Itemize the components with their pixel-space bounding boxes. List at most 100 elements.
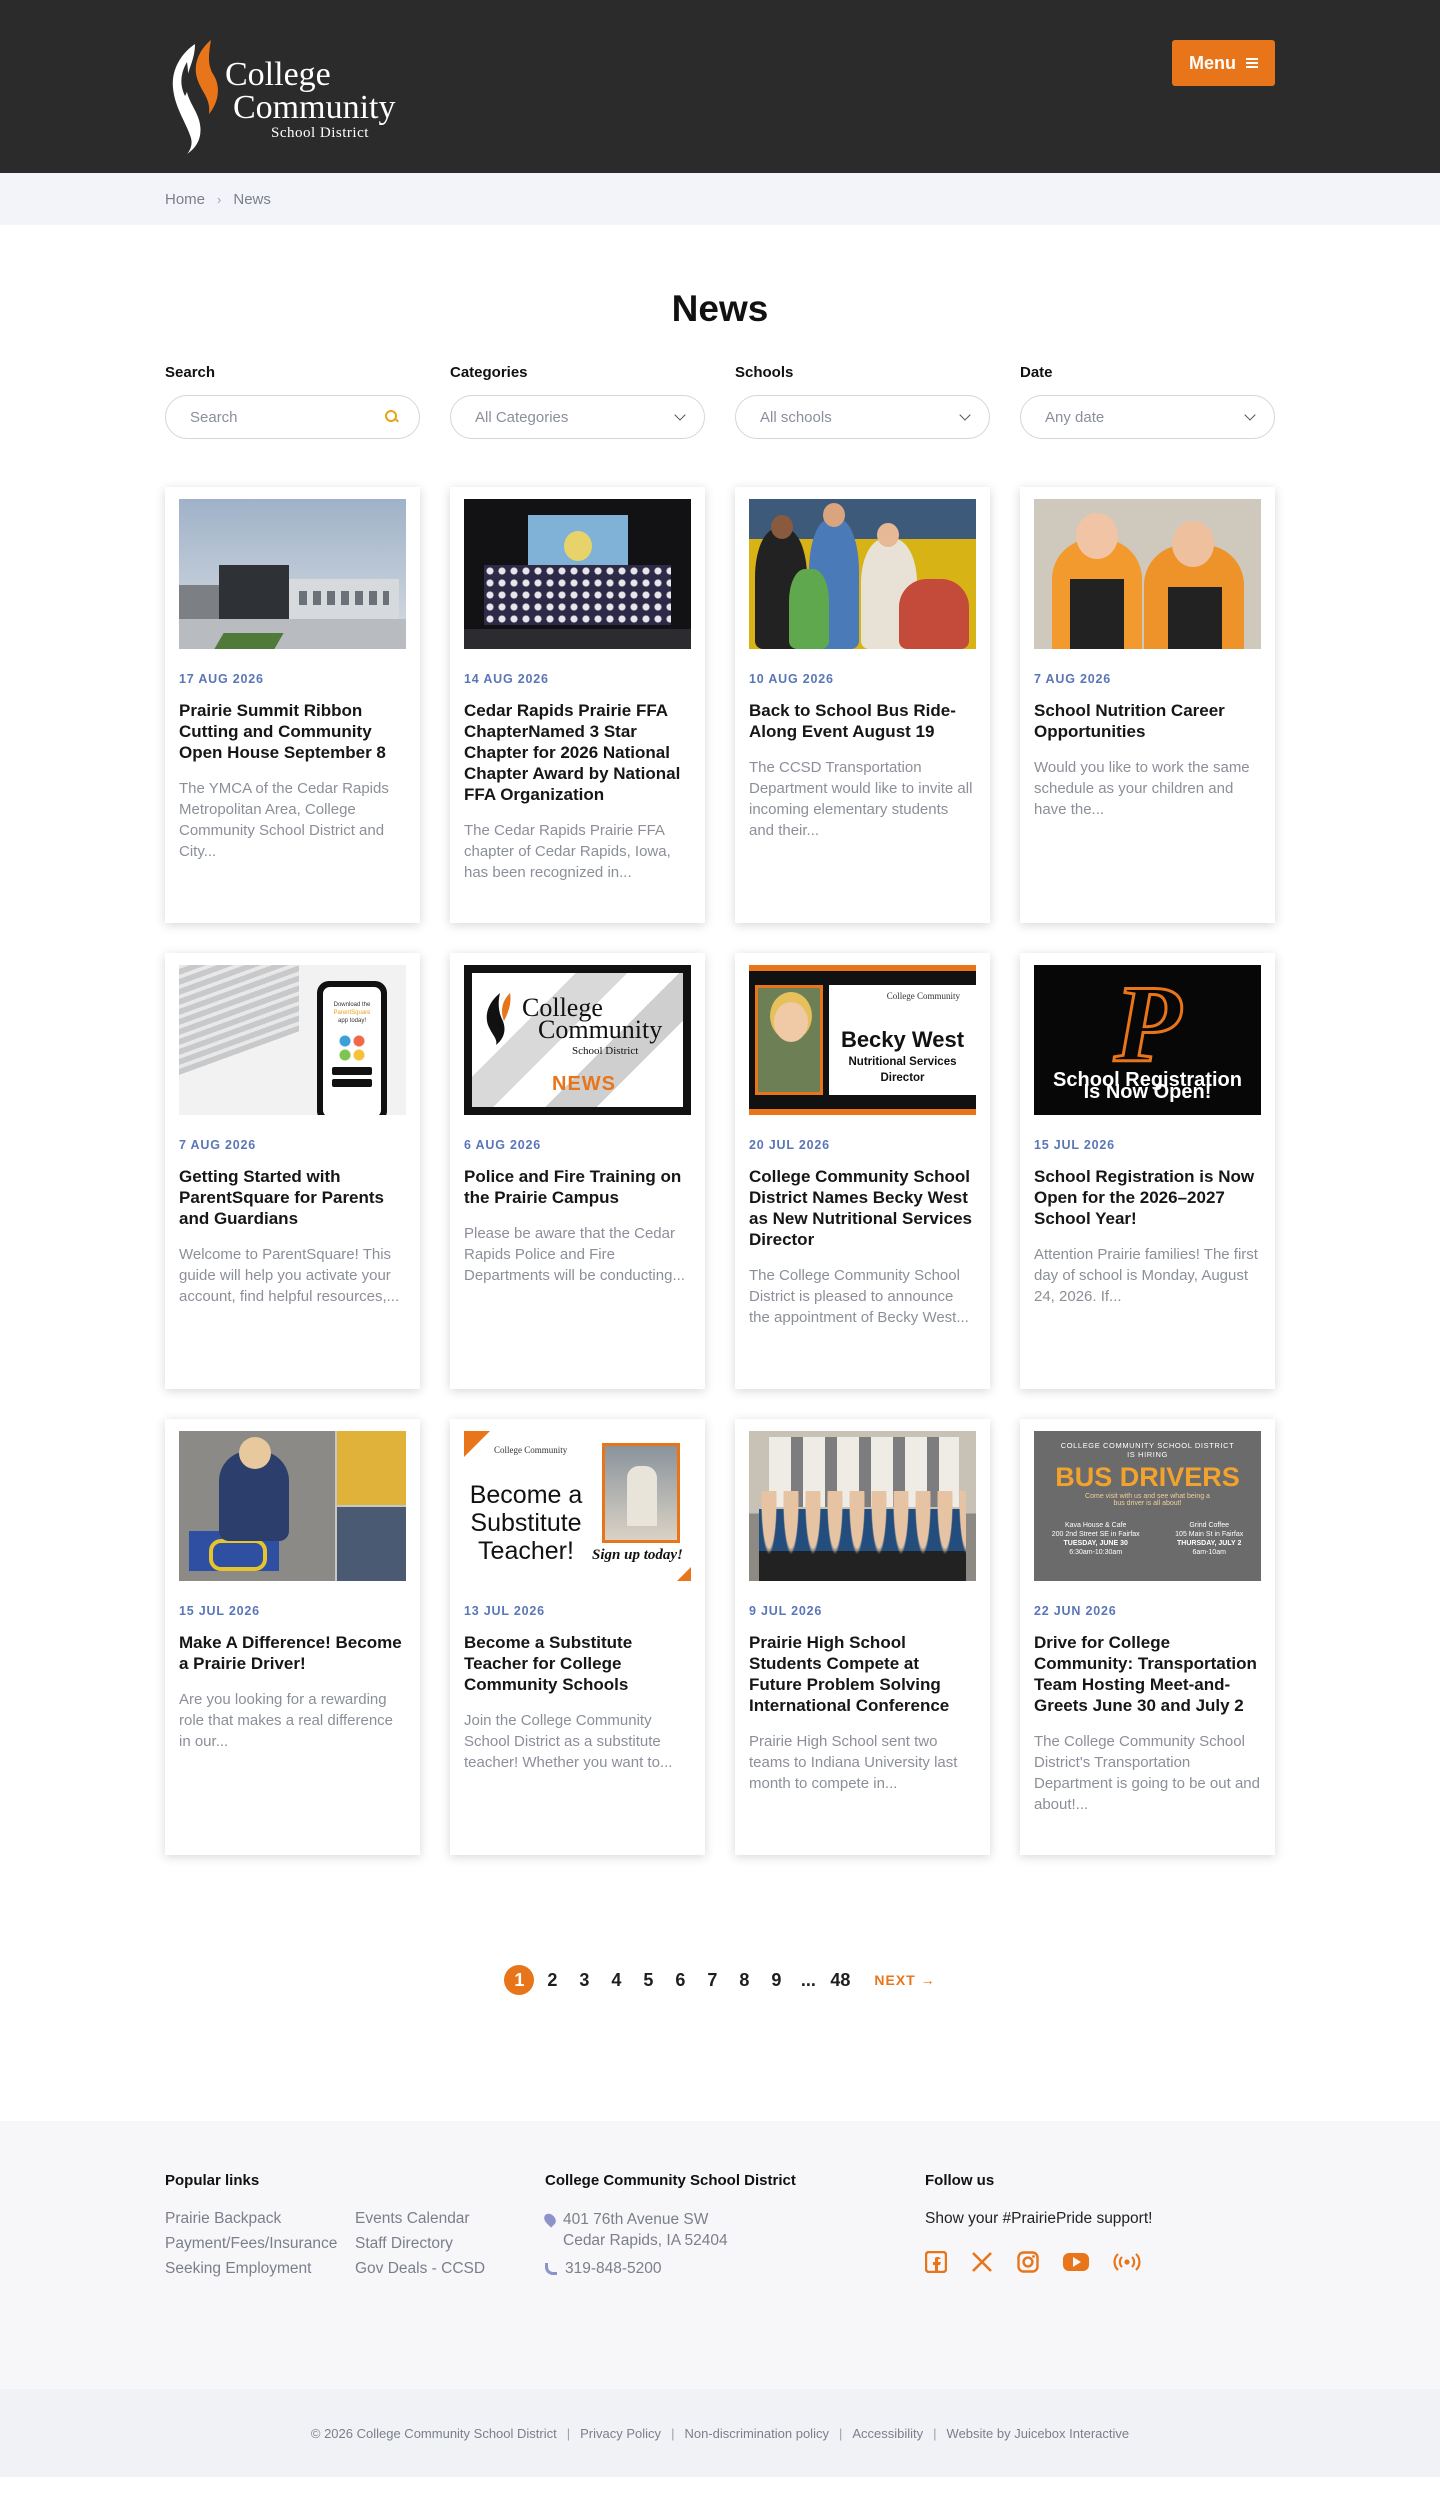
filter-label-date: Date xyxy=(1020,364,1053,381)
page-6-button[interactable]: 6 xyxy=(664,1965,696,1995)
footer-link-events-calendar[interactable]: Events Calendar xyxy=(355,2209,515,2229)
page-3-button[interactable]: 3 xyxy=(568,1965,600,1995)
news-card-date: 14 AUG 2026 xyxy=(464,672,549,686)
instagram-icon[interactable] xyxy=(1017,2251,1039,2278)
news-card-title: Become a Substitute Teacher for College … xyxy=(464,1633,633,1694)
footer-link-gov-deals[interactable]: Gov Deals - CCSD xyxy=(355,2259,515,2279)
menu-button-label: Menu xyxy=(1189,52,1236,73)
news-card[interactable]: P School Registration Is Now Open! 15 JU… xyxy=(1020,953,1275,1389)
news-card-title: Back to School Bus Ride-Along Event Augu… xyxy=(749,701,956,741)
footer-link-payment-fees[interactable]: Payment/Fees/Insurance xyxy=(165,2234,355,2254)
filter-label-categories: Categories xyxy=(450,364,528,381)
date-select[interactable]: Any date xyxy=(1020,395,1275,439)
chevron-down-icon xyxy=(674,409,686,421)
news-card-image xyxy=(179,499,406,649)
menu-button[interactable]: Menu xyxy=(1172,40,1275,86)
website-credit-link[interactable]: Website by Juicebox Interactive xyxy=(947,2426,1130,2441)
news-card-excerpt: Are you looking for a rewarding role tha… xyxy=(179,1691,394,1750)
footer-phone-number: 319-848-5200 xyxy=(565,2260,662,2277)
x-icon[interactable] xyxy=(971,2251,993,2278)
news-card-image xyxy=(1034,499,1261,649)
footer-address-line-2: Cedar Rapids, IA 52404 xyxy=(563,2232,728,2249)
news-card-excerpt: The YMCA of the Cedar Rapids Metropolita… xyxy=(179,780,389,860)
news-card[interactable]: College Community Become a Substitute Te… xyxy=(450,1419,705,1855)
page-9-button[interactable]: 9 xyxy=(760,1965,792,1995)
filter-label-search: Search xyxy=(165,364,216,381)
schools-select[interactable]: All schools xyxy=(735,395,990,439)
search-icon[interactable] xyxy=(385,410,399,424)
news-card-date: 10 AUG 2026 xyxy=(749,672,834,686)
page-2-button[interactable]: 2 xyxy=(536,1965,568,1995)
non-discrimination-link[interactable]: Non-discrimination policy xyxy=(684,2426,829,2441)
news-card-image: P School Registration Is Now Open! xyxy=(1034,965,1261,1115)
search-input[interactable] xyxy=(190,408,360,426)
footer-link-seeking-employment[interactable]: Seeking Employment xyxy=(165,2259,355,2279)
social-links xyxy=(924,2250,1275,2278)
news-card[interactable]: Download the ParentSquare app today! 7 A… xyxy=(165,953,420,1389)
search-box xyxy=(165,395,420,439)
news-card-excerpt: Attention Prairie families! The first da… xyxy=(1034,1246,1258,1305)
page-1-button[interactable]: 1 xyxy=(504,1965,535,1995)
pagination-ellipsis: ... xyxy=(800,1969,816,1990)
news-card-excerpt: Please be aware that the Cedar Rapids Po… xyxy=(464,1225,685,1284)
footer-link-prairie-backpack[interactable]: Prairie Backpack xyxy=(165,2209,355,2229)
news-card-title: College Community School District Names … xyxy=(749,1167,972,1249)
footer-district-title: College Community School District xyxy=(545,2172,796,2189)
logo-line-2: Community xyxy=(233,89,396,126)
news-card-title: Police and Fire Training on the Prairie … xyxy=(464,1167,682,1207)
news-card[interactable]: 15 JUL 2026 Make A Difference! Become a … xyxy=(165,1419,420,1855)
news-card-excerpt: Prairie High School sent two teams to In… xyxy=(749,1733,958,1792)
news-card-image: College Community School District NEWS xyxy=(464,965,691,1115)
footer-address[interactable]: 401 76th Avenue SW Cedar Rapids, IA 5240… xyxy=(541,2209,925,2251)
footer-address-line-1: 401 76th Avenue SW xyxy=(563,2211,709,2228)
filter-categories: Categories All Categories xyxy=(450,363,705,439)
news-card-excerpt: The Cedar Rapids Prairie FFA chapter of … xyxy=(464,822,671,881)
youtube-icon[interactable] xyxy=(1063,2252,1089,2277)
footer-link-staff-directory[interactable]: Staff Directory xyxy=(355,2234,515,2254)
page-7-button[interactable]: 7 xyxy=(696,1965,728,1995)
news-card-image: College Community Becky West Nutritional… xyxy=(749,965,976,1115)
page-4-button[interactable]: 4 xyxy=(600,1965,632,1995)
chevron-down-icon xyxy=(1244,409,1256,421)
news-card-date: 15 JUL 2026 xyxy=(179,1604,260,1618)
footer-contact: College Community School District 401 76… xyxy=(541,2171,925,2279)
news-card[interactable]: College Community School District NEWS 6… xyxy=(450,953,705,1389)
categories-select[interactable]: All Categories xyxy=(450,395,705,439)
page-8-button[interactable]: 8 xyxy=(728,1965,760,1995)
news-card[interactable]: 9 JUL 2026 Prairie High School Students … xyxy=(735,1419,990,1855)
news-card-image: COLLEGE COMMUNITY SCHOOL DISTRICT IS HIR… xyxy=(1034,1431,1261,1581)
news-card-excerpt: Welcome to ParentSquare! This guide will… xyxy=(179,1246,400,1305)
footer-phone[interactable]: 319-848-5200 xyxy=(545,2259,925,2279)
filter-label-schools: Schools xyxy=(735,364,794,381)
facebook-icon[interactable] xyxy=(924,2250,948,2278)
news-card[interactable]: 10 AUG 2026 Back to School Bus Ride-Alon… xyxy=(735,487,990,923)
news-card-date: 17 AUG 2026 xyxy=(179,672,264,686)
news-card-image: Download the ParentSquare app today! xyxy=(179,965,406,1115)
news-card-date: 13 JUL 2026 xyxy=(464,1604,545,1618)
breadcrumb-home[interactable]: Home xyxy=(165,191,205,208)
breadcrumb: Home › News xyxy=(165,173,1275,225)
news-card-date: 9 JUL 2026 xyxy=(749,1604,823,1618)
news-card[interactable]: 17 AUG 2026 Prairie Summit Ribbon Cuttin… xyxy=(165,487,420,923)
accessibility-link[interactable]: Accessibility xyxy=(852,2426,923,2441)
news-card[interactable]: 14 AUG 2026 Cedar Rapids Prairie FFA Cha… xyxy=(450,487,705,923)
site-footer: Popular links Prairie Backpack Events Ca… xyxy=(0,2121,1440,2389)
district-logo[interactable]: College Community School District xyxy=(165,38,405,156)
news-card[interactable]: COLLEGE COMMUNITY SCHOOL DISTRICT IS HIR… xyxy=(1020,1419,1275,1855)
news-card-date: 20 JUL 2026 xyxy=(749,1138,830,1152)
page-5-button[interactable]: 5 xyxy=(632,1965,664,1995)
news-card[interactable]: College Community Becky West Nutritional… xyxy=(735,953,990,1389)
news-card-excerpt: The College Community School District is… xyxy=(749,1267,969,1326)
page-last-button[interactable]: 48 xyxy=(824,1965,856,1995)
news-card-image xyxy=(464,499,691,649)
news-card[interactable]: 7 AUG 2026 School Nutrition Career Oppor… xyxy=(1020,487,1275,923)
privacy-policy-link[interactable]: Privacy Policy xyxy=(580,2426,661,2441)
news-card-date: 7 AUG 2026 xyxy=(179,1138,257,1152)
next-page-link[interactable]: NEXT → xyxy=(874,1972,935,1988)
news-card-title: Drive for College Community: Transportat… xyxy=(1034,1633,1257,1715)
news-filters: Search Categories All Categories Schools… xyxy=(165,363,1275,439)
schools-select-value: All schools xyxy=(760,408,832,426)
news-card-excerpt: Would you like to work the same schedule… xyxy=(1034,759,1250,818)
news-grid: 17 AUG 2026 Prairie Summit Ribbon Cuttin… xyxy=(165,487,1275,1855)
podcast-icon[interactable] xyxy=(1113,2251,1141,2278)
